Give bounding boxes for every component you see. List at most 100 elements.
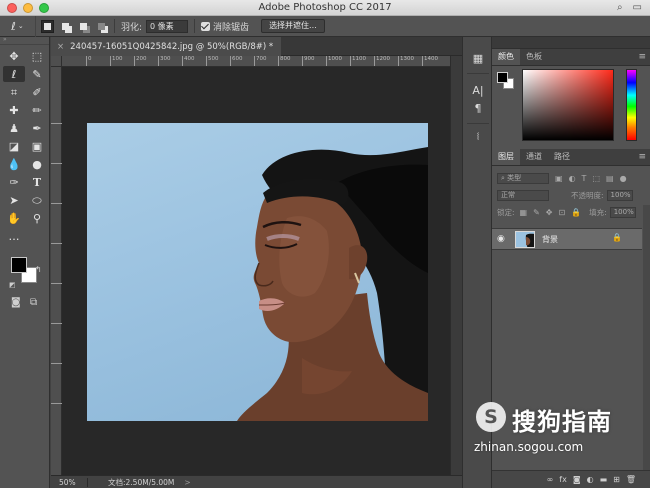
feather-input[interactable]: 0 像素 (146, 19, 189, 33)
sogou-logo: S (476, 402, 506, 432)
pen-tool-icon[interactable]: ✑ (3, 174, 25, 190)
lock-position-icon[interactable]: ✥ (546, 208, 553, 217)
antialias-checkbox[interactable] (201, 21, 211, 31)
gradient-tool-icon[interactable]: ▣ (26, 138, 48, 154)
filter-toggle-icon[interactable]: ● (620, 174, 627, 183)
group-icon[interactable]: ▬ (600, 475, 608, 484)
subtract-selection-button[interactable] (77, 20, 90, 33)
quick-mask-icon[interactable]: ◙ (11, 297, 21, 308)
tab-swatches[interactable]: 色板 (520, 49, 548, 65)
history-panel-icon[interactable]: ▦ (469, 51, 487, 67)
empty-slot (26, 228, 48, 244)
document-image[interactable] (87, 123, 428, 421)
opacity-input[interactable]: 100% (606, 190, 633, 201)
hue-slider[interactable] (626, 69, 637, 141)
close-tab-icon[interactable]: × (57, 42, 64, 52)
blur-tool-icon[interactable]: 💧 (3, 156, 25, 172)
tab-layers[interactable]: 图层 (492, 149, 520, 165)
ruler-origin[interactable] (51, 56, 62, 67)
path-selection-tool-icon[interactable]: ➤ (3, 192, 25, 208)
type-tool-icon[interactable]: T (26, 174, 48, 190)
ruler-tick: 700 (254, 56, 267, 66)
lasso-tool-icon[interactable]: ℓ (3, 66, 25, 82)
canvas-pasteboard[interactable] (62, 67, 450, 475)
search-icon[interactable]: ⌕ (617, 2, 623, 13)
new-layer-icon[interactable]: ⊞ (613, 475, 620, 484)
zoom-level[interactable]: 50% (51, 478, 79, 487)
tool-grid: ✥ ⬚ ℓ ✎ ⌗ ✐ ✚ ✏ ♟ ✒ ◪ ▣ 💧 ● ✑ T ➤ ⬭ ✋ ⚲ … (0, 45, 49, 244)
new-selection-button[interactable] (41, 19, 54, 33)
document-tab[interactable]: × 240457-16051Q0425842.jpg @ 50%(RGB/8#)… (51, 37, 282, 56)
brush-tool-icon[interactable]: ✏ (26, 102, 48, 118)
ruler-tick (51, 283, 62, 284)
select-and-mask-button[interactable]: 选择并遮住... (261, 19, 325, 33)
healing-brush-tool-icon[interactable]: ✚ (3, 102, 25, 118)
vertical-scrollbar[interactable] (450, 56, 462, 475)
blend-opacity-row: 正常 不透明度: 100% (492, 187, 650, 204)
filter-adjustment-icon[interactable]: ◐ (569, 174, 576, 183)
link-icon[interactable]: ∞ (547, 475, 554, 484)
color-panel-foreground[interactable] (497, 72, 508, 83)
lock-all-icon[interactable]: 🔒 (571, 208, 581, 217)
fill-input[interactable]: 100% (609, 207, 636, 218)
clone-stamp-tool-icon[interactable]: ♟ (3, 120, 25, 136)
title-bar: Adobe Photoshop CC 2017 ⌕ ▭ (0, 0, 650, 16)
lasso-icon: ℓ (11, 19, 16, 33)
status-menu-arrow[interactable]: > (184, 478, 190, 487)
lock-artboard-icon[interactable]: ⊡ (559, 208, 566, 217)
tab-channels[interactable]: 通道 (520, 149, 548, 165)
default-colors-icon[interactable]: ◩ (9, 281, 16, 289)
ruler-tick: 800 (278, 56, 291, 66)
eraser-tool-icon[interactable]: ◪ (3, 138, 25, 154)
mask-icon[interactable]: ◙ (573, 475, 581, 484)
portrait-photo (237, 147, 428, 421)
tab-color[interactable]: 颜色 (492, 49, 520, 65)
fx-icon[interactable]: fx (559, 475, 567, 484)
tool-preset-picker[interactable]: ℓ ⌄ (0, 15, 36, 37)
lock-pixels-icon[interactable]: ✎ (533, 208, 540, 217)
intersect-selection-button[interactable] (95, 20, 108, 33)
add-selection-button[interactable] (59, 20, 72, 33)
properties-panel-icon[interactable]: ⧙ (469, 129, 487, 145)
layer-item[interactable]: ◉ 背景 🔒 (492, 228, 642, 250)
document-tab-bar: × 240457-16051Q0425842.jpg @ 50%(RGB/8#)… (51, 37, 462, 56)
marquee-tool-icon[interactable]: ⬚ (26, 48, 48, 64)
dodge-tool-icon[interactable]: ● (26, 156, 48, 172)
ruler-tick: 1100 (350, 56, 366, 66)
panel-menu-icon[interactable]: ≡ (638, 152, 646, 162)
screen-mode-icon[interactable]: ⧉ (30, 297, 37, 308)
filter-shape-icon[interactable]: ⬚ (592, 174, 600, 183)
filter-pixel-icon[interactable]: ▣ (555, 174, 563, 183)
filter-type-icon[interactable]: T (582, 174, 587, 183)
move-tool-icon[interactable]: ✥ (3, 48, 25, 64)
swap-colors-icon[interactable]: ↰ (35, 265, 42, 274)
paragraph-panel-icon[interactable]: ¶ (469, 101, 487, 117)
filter-smart-object-icon[interactable]: ▤ (606, 174, 614, 183)
delete-icon[interactable]: 🗑 (626, 475, 636, 484)
divider (467, 123, 489, 124)
character-panel-icon[interactable]: A| (469, 83, 487, 99)
color-panel: 颜色 色板 ≡ (492, 49, 650, 149)
options-bar: ℓ ⌄ 羽化: 0 像素 消除锯齿 选择并遮住... (0, 15, 650, 37)
tab-paths[interactable]: 路径 (548, 149, 576, 165)
divider (194, 19, 196, 33)
eye-icon[interactable]: ◉ (497, 234, 505, 244)
panel-menu-icon[interactable]: ≡ (638, 52, 646, 62)
blend-mode-select[interactable]: 正常 (497, 190, 549, 201)
shape-tool-icon[interactable]: ⬭ (26, 192, 48, 208)
workspace-icon[interactable]: ▭ (633, 2, 642, 13)
adjustment-icon[interactable]: ◐ (587, 475, 594, 484)
hand-tool-icon[interactable]: ✋ (3, 210, 25, 226)
crop-tool-icon[interactable]: ⌗ (3, 84, 25, 100)
color-picker-field[interactable] (522, 69, 614, 141)
lock-transparent-icon[interactable]: ▦ (520, 208, 528, 217)
history-brush-tool-icon[interactable]: ✒ (26, 120, 48, 136)
layer-name[interactable]: 背景 (542, 234, 558, 245)
eyedropper-tool-icon[interactable]: ✐ (26, 84, 48, 100)
foreground-color[interactable] (11, 257, 27, 273)
quick-selection-tool-icon[interactable]: ✎ (26, 66, 48, 82)
layer-filter-select[interactable]: ⌕ 类型 (497, 173, 549, 184)
ruler-tick: 200 (134, 56, 147, 66)
zoom-tool-icon[interactable]: ⚲ (26, 210, 48, 226)
edit-toolbar-icon[interactable]: … (3, 228, 25, 244)
